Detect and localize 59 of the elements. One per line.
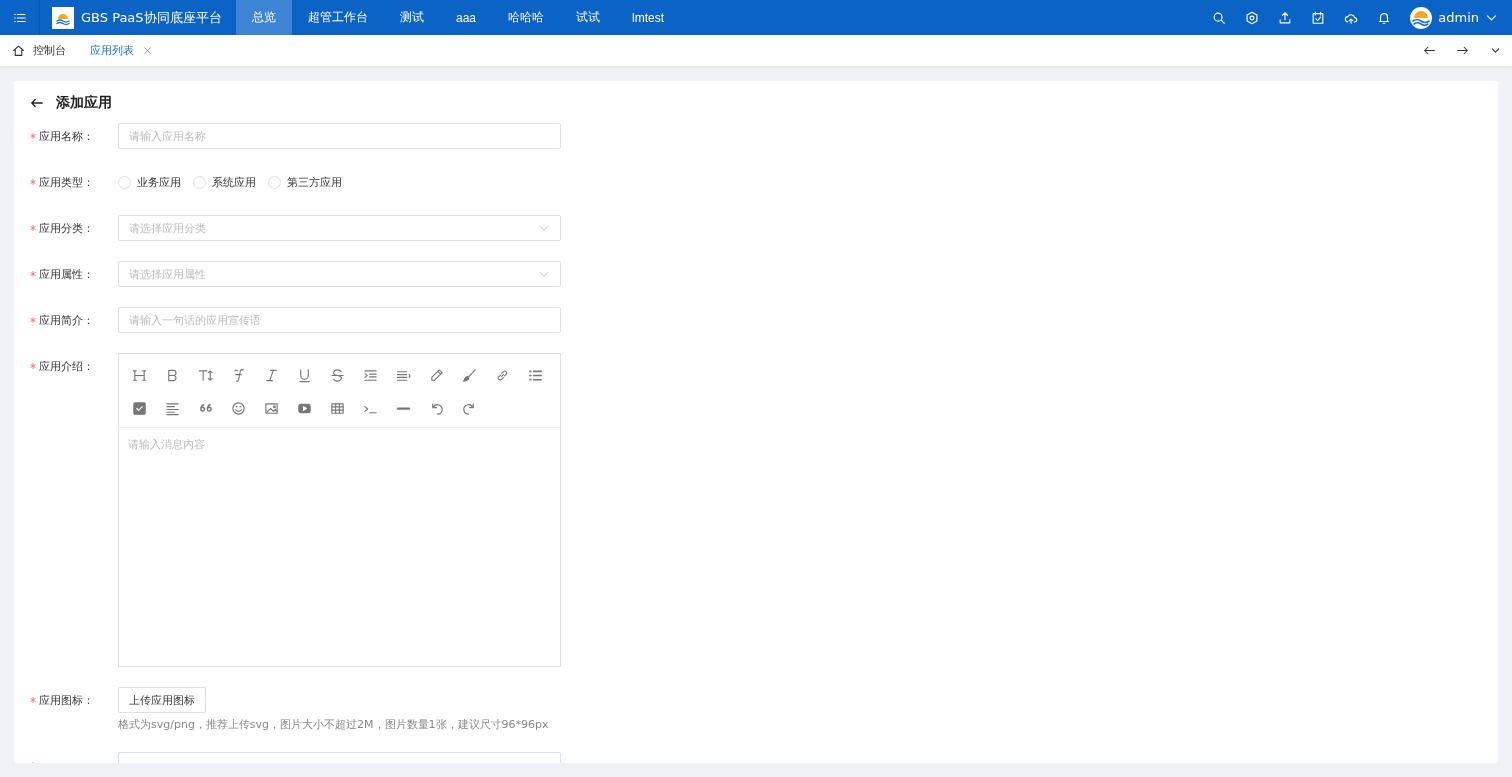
nav-tab[interactable]: lmtest: [616, 0, 681, 35]
radio-option[interactable]: 业务应用: [118, 174, 181, 190]
field-label: 应用属性：: [39, 266, 94, 282]
upload-hint: 格式为svg/png，推荐上传svg，图片大小不超过2M，图片数量1张，建议尺寸96*96px: [118, 717, 549, 732]
home-icon: [12, 44, 25, 57]
nav-tab[interactable]: 总览: [236, 0, 292, 35]
field-label: 应用分类：: [39, 220, 94, 236]
brush-icon: [462, 368, 477, 383]
field-label: 应用图标：: [39, 692, 94, 708]
radio-option[interactable]: 系统应用: [193, 174, 256, 190]
strikethrough-icon: [330, 368, 345, 383]
image-icon: [264, 401, 279, 416]
avatar-icon: [1410, 6, 1433, 29]
undo-icon: [429, 401, 444, 416]
text-input[interactable]: 请输入应用名称: [118, 123, 561, 149]
pencil-icon: [429, 368, 444, 383]
checkbox-icon: [132, 401, 147, 416]
table-icon: [330, 401, 345, 416]
user-name[interactable]: admin: [1438, 10, 1479, 25]
page-tab[interactable]: 控制台: [0, 35, 78, 66]
underline-icon: [297, 368, 312, 383]
emoji-icon: [231, 401, 246, 416]
settings-icon: [1244, 10, 1259, 25]
search-icon: [1211, 10, 1226, 25]
text-size-icon: [198, 368, 213, 383]
back-button[interactable]: [30, 96, 44, 110]
nav-tab[interactable]: 超管工作台: [292, 0, 384, 35]
link-icon: [495, 368, 510, 383]
nav-tab[interactable]: 哈哈哈: [492, 0, 561, 35]
app-title: GBS PaaS协同底座平台: [81, 8, 222, 27]
bell-icon: [1376, 10, 1391, 25]
field-label: 应用类型：: [39, 174, 94, 190]
video-icon: [297, 401, 312, 416]
align-left-icon: [165, 401, 180, 416]
arrow-right-icon: [1456, 44, 1469, 57]
italic-icon: [264, 368, 279, 383]
line-height-icon: [396, 368, 411, 383]
indent-icon: [363, 368, 378, 383]
arrow-left-icon: [1423, 44, 1436, 57]
redo-icon: [462, 401, 477, 416]
arrow-left-icon: [30, 96, 44, 110]
close-icon: [142, 45, 153, 56]
field-label: 应用介绍：: [39, 358, 94, 374]
editor-input[interactable]: 请输入消息内容: [118, 427, 561, 667]
calendar-check-icon: [1310, 10, 1325, 25]
bold-icon: [165, 368, 180, 383]
nav-tab[interactable]: 测试: [384, 0, 440, 35]
upload-icon: [1277, 10, 1292, 25]
field-label: 应用简介：: [39, 312, 94, 328]
page-tab[interactable]: 应用列表: [78, 35, 165, 66]
field-label: 应用名称：: [39, 128, 94, 144]
upload-button[interactable]: 上传应用图标: [118, 687, 206, 713]
nav-tab[interactable]: 试试: [560, 0, 617, 35]
nav-tab[interactable]: aaa: [440, 0, 493, 35]
page-title: 添加应用: [56, 94, 112, 112]
radio-option[interactable]: 第三方应用: [268, 174, 342, 190]
list-icon: [528, 368, 543, 383]
font-icon: [231, 368, 246, 383]
heading-icon: [132, 368, 147, 383]
